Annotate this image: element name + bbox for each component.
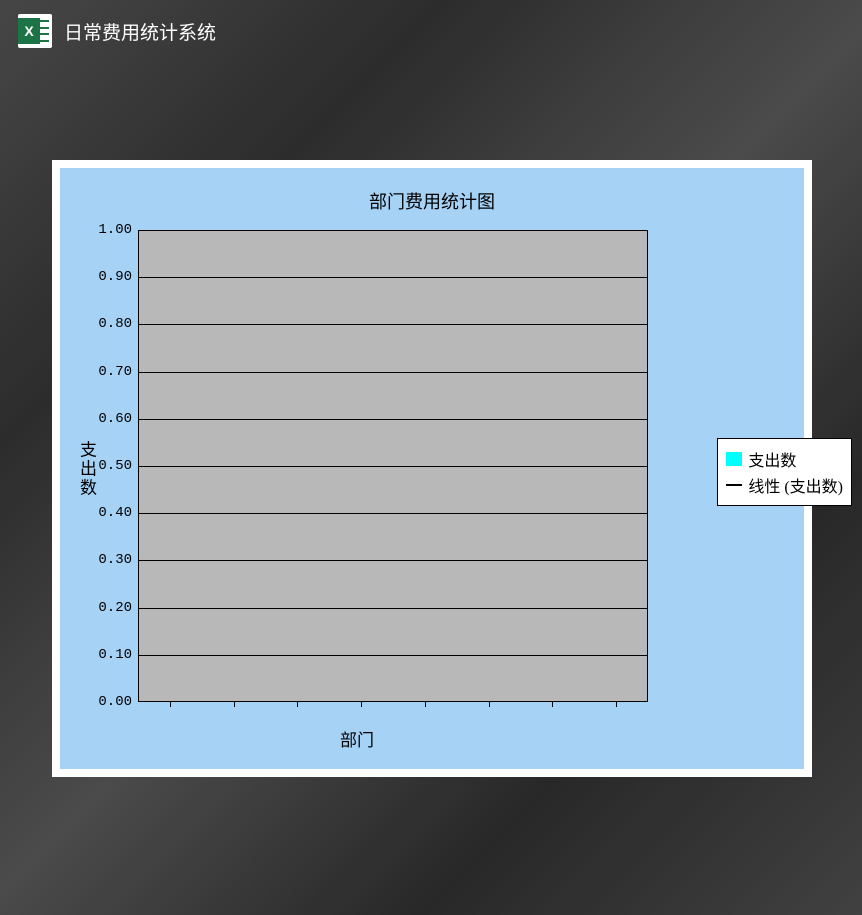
chart-area: 部门费用统计图 支出数 部门 0.000.100.200.300.400.500…: [60, 168, 804, 769]
excel-icon-letter: X: [18, 18, 40, 44]
grid-line: [138, 466, 648, 467]
chart-title: 部门费用统计图: [60, 188, 804, 214]
y-tick-label: 0.80: [98, 316, 132, 332]
x-tick: [297, 702, 298, 707]
grid-line: [138, 560, 648, 561]
x-axis-label: 部门: [60, 726, 654, 751]
grid-line: [138, 513, 648, 514]
y-tick-label: 0.40: [98, 505, 132, 521]
legend: 支出数 线性 (支出数): [717, 438, 852, 506]
x-tick: [425, 702, 426, 707]
y-tick-label: 0.20: [98, 600, 132, 616]
x-tick: [552, 702, 553, 707]
legend-swatch-cyan: [726, 452, 742, 466]
legend-swatch-line: [726, 484, 742, 486]
y-tick-label: 0.00: [98, 694, 132, 710]
y-tick-label: 0.60: [98, 411, 132, 427]
grid-line: [138, 372, 648, 373]
excel-icon-lines: [39, 20, 49, 42]
x-tick: [170, 702, 171, 707]
y-tick-label: 0.10: [98, 647, 132, 663]
x-tick: [361, 702, 362, 707]
x-tick: [489, 702, 490, 707]
excel-icon: X: [18, 14, 52, 48]
y-tick-label: 0.30: [98, 552, 132, 568]
chart-panel: 部门费用统计图 支出数 部门 0.000.100.200.300.400.500…: [52, 160, 812, 777]
grid-line: [138, 655, 648, 656]
y-tick-label: 0.90: [98, 269, 132, 285]
header-bar: X 日常费用统计系统: [0, 0, 862, 62]
y-tick-label: 0.50: [98, 458, 132, 474]
grid-line: [138, 277, 648, 278]
plot-region: 0.000.100.200.300.400.500.600.700.800.90…: [138, 230, 648, 702]
legend-label: 支出数: [748, 447, 796, 471]
x-tick: [234, 702, 235, 707]
grid-line: [138, 419, 648, 420]
x-tick: [616, 702, 617, 707]
grid-line: [138, 324, 648, 325]
y-tick-label: 1.00: [98, 222, 132, 238]
legend-item: 线性 (支出数): [726, 473, 843, 497]
y-axis-label: 支出数: [74, 440, 99, 497]
y-tick-label: 0.70: [98, 364, 132, 380]
legend-label: 线性 (支出数): [748, 473, 843, 497]
page-title: 日常费用统计系统: [64, 18, 216, 45]
legend-item: 支出数: [726, 447, 843, 471]
grid-line: [138, 608, 648, 609]
